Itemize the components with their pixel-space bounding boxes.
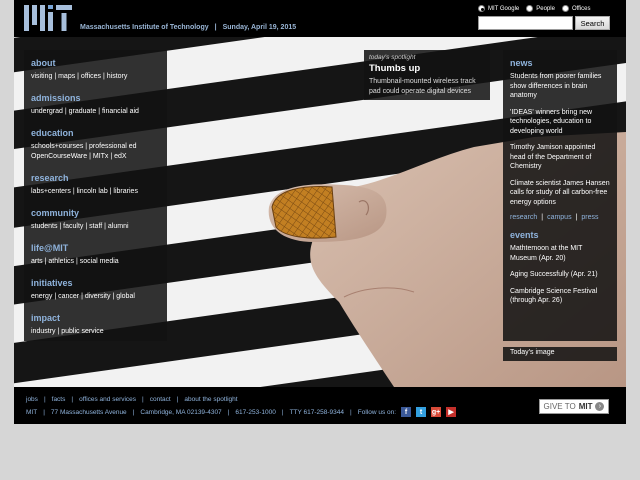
footer-item[interactable]: Follow us on: — [358, 409, 396, 416]
nav-heading[interactable]: research — [31, 173, 160, 183]
separator: | — [142, 396, 144, 403]
separator: | — [227, 408, 230, 416]
separator: | — [132, 408, 135, 416]
nav-links[interactable]: labs+centers | lincoln lab | libraries — [31, 187, 160, 197]
link-research[interactable]: research — [510, 214, 537, 221]
separator: | — [541, 214, 544, 221]
site-name: Massachusetts Institute of Technology | Su… — [80, 24, 296, 31]
nav-links[interactable]: OpenCourseWare | MITx | edX — [31, 152, 160, 162]
nav-heading[interactable]: education — [31, 128, 160, 138]
mit-logo[interactable] — [24, 5, 72, 31]
nav-group-education: education schools+courses | professional … — [31, 128, 160, 162]
radio-mit-google[interactable] — [478, 5, 485, 12]
news-list: Students from poorer families show diffe… — [510, 72, 610, 207]
footer-item[interactable]: Cambridge, MA 02139-4307 — [140, 409, 221, 416]
nav-heading[interactable]: admissions — [31, 93, 160, 103]
event-item[interactable]: Cambridge Science Festival (through Apr.… — [510, 287, 610, 306]
nav-heading[interactable]: impact — [31, 313, 160, 323]
separator: | — [350, 408, 352, 416]
nav-heading[interactable]: community — [31, 208, 160, 218]
nav-heading[interactable]: life@MIT — [31, 243, 160, 253]
search-area: MIT Google People Offices Search — [478, 5, 626, 30]
separator: | — [43, 408, 45, 416]
nav-group-admissions: admissions undergrad | graduate | financi… — [31, 93, 160, 117]
events-heading[interactable]: events — [510, 230, 610, 240]
radio-people[interactable] — [526, 5, 534, 12]
footer-links: jobs | facts | offices and services | contact |… — [26, 396, 238, 403]
nav-group-about: about visiting | maps | offices | history — [31, 58, 160, 82]
radio-offices[interactable] — [561, 5, 569, 12]
nav-links[interactable]: undergrad | graduate | financial aid — [31, 107, 160, 117]
separator: | — [71, 396, 74, 403]
separator: | — [281, 408, 284, 416]
radio-label: MIT Google — [488, 5, 520, 12]
footer-item[interactable]: offices and services — [79, 396, 136, 403]
spotlight-description[interactable]: Thumbnail-mounted wireless track pad cou… — [369, 77, 485, 96]
nav-heading[interactable]: initiatives — [31, 278, 160, 288]
give-prefix: GIVE TO — [543, 402, 576, 411]
nav-links[interactable]: schools+courses | professional ed — [31, 142, 160, 152]
site-footer: jobs | facts | offices and services | contact |… — [14, 387, 626, 424]
separator: | — [43, 396, 46, 403]
search-scope: MIT Google People Offices — [478, 5, 626, 12]
nav-links[interactable]: students | faculty | staff | alumni — [31, 222, 160, 232]
nav-links[interactable]: energy | cancer | diversity | global — [31, 292, 160, 302]
institute-name[interactable]: Massachusetts Institute of Technology — [80, 24, 209, 31]
event-item[interactable]: Mathtemoon at the MIT Museum (Apr. 20) — [510, 244, 610, 263]
footer-item[interactable]: TTY 617-258-9344 — [290, 409, 344, 416]
link-campus[interactable]: campus — [547, 214, 572, 221]
footer-item[interactable]: jobs — [26, 396, 38, 403]
facebook-icon[interactable]: f — [401, 407, 412, 417]
nav-links[interactable]: industry | public service — [31, 327, 160, 337]
nav-links[interactable]: arts | athletics | social media — [31, 257, 160, 267]
nav-group-impact: impact industry | public service — [31, 313, 160, 337]
search-row: Search — [478, 16, 626, 30]
spotlight-title[interactable]: Thumbs up — [369, 63, 485, 74]
spotlight-kicker: today's spotlight — [369, 54, 416, 61]
radio-label: People — [536, 5, 555, 12]
link-press[interactable]: press — [581, 214, 598, 221]
separator: | — [575, 214, 578, 221]
site-header: Massachusetts Institute of Technology | Su… — [14, 0, 626, 37]
header-separator: | — [214, 24, 217, 31]
news-item[interactable]: 'IDEAS' winners bring new technologies, … — [510, 108, 610, 137]
nav-group-community: community students | faculty | staff | al… — [31, 208, 160, 232]
main-navigation: about visiting | maps | offices | history… — [24, 50, 167, 341]
footer-item[interactable]: contact — [150, 396, 171, 403]
nav-group-lifemit: life@MIT arts | athletics | social media — [31, 243, 160, 267]
youtube-icon[interactable]: ▶ — [446, 407, 457, 417]
footer-item[interactable]: about the spotlight — [184, 396, 237, 403]
search-input[interactable] — [478, 16, 573, 30]
radio-label: Offices — [571, 5, 591, 12]
nav-links[interactable]: visiting | maps | offices | history — [31, 72, 160, 82]
footer-item[interactable]: MIT — [26, 409, 37, 416]
footer-item[interactable]: 77 Massachusetts Avenue — [51, 409, 127, 416]
news-item[interactable]: Timothy Jamison appointed head of the De… — [510, 143, 610, 172]
footer-item[interactable]: 617-253-1000 — [235, 409, 275, 416]
nav-group-initiatives: initiatives energy | cancer | diversity |… — [31, 278, 160, 302]
separator: | — [176, 396, 179, 403]
arrow-right-icon: › — [595, 402, 605, 411]
nav-heading[interactable]: about — [31, 58, 160, 68]
header-date: Sunday, April 19, 2015 — [222, 24, 297, 31]
news-item[interactable]: Climate scientist James Hansen calls for… — [510, 179, 610, 208]
spotlight-caption[interactable]: today's spotlight Thumbs up Thumbnail-mo… — [364, 50, 490, 100]
give-to-mit-button[interactable]: GIVE TO MIT › — [539, 399, 609, 414]
footer-contact: MIT | 77 Massachusetts Avenue | Cambridge, M… — [26, 407, 457, 417]
news-sub-links: research | campus | press — [510, 214, 610, 221]
nav-group-research: research labs+centers | lincoln lab | lib… — [31, 173, 160, 197]
search-button[interactable]: Search — [575, 16, 610, 30]
hero-spotlight: about visiting | maps | offices | history… — [14, 37, 626, 387]
news-heading[interactable]: news — [510, 58, 610, 68]
news-item[interactable]: Students from poorer families show diffe… — [510, 72, 610, 101]
twitter-icon[interactable]: t — [416, 407, 427, 417]
news-events-panel: news Students from poorer families show … — [503, 50, 617, 341]
footer-item[interactable]: facts — [52, 396, 66, 403]
google-plus-icon[interactable]: g+ — [431, 407, 442, 417]
todays-image-link[interactable]: Today's image — [503, 347, 617, 361]
events-list: Mathtemoon at the MIT Museum (Apr. 20) Ag… — [510, 244, 610, 306]
event-item[interactable]: Aging Successfully (Apr. 21) — [510, 270, 610, 280]
give-mit: MIT — [578, 402, 593, 411]
